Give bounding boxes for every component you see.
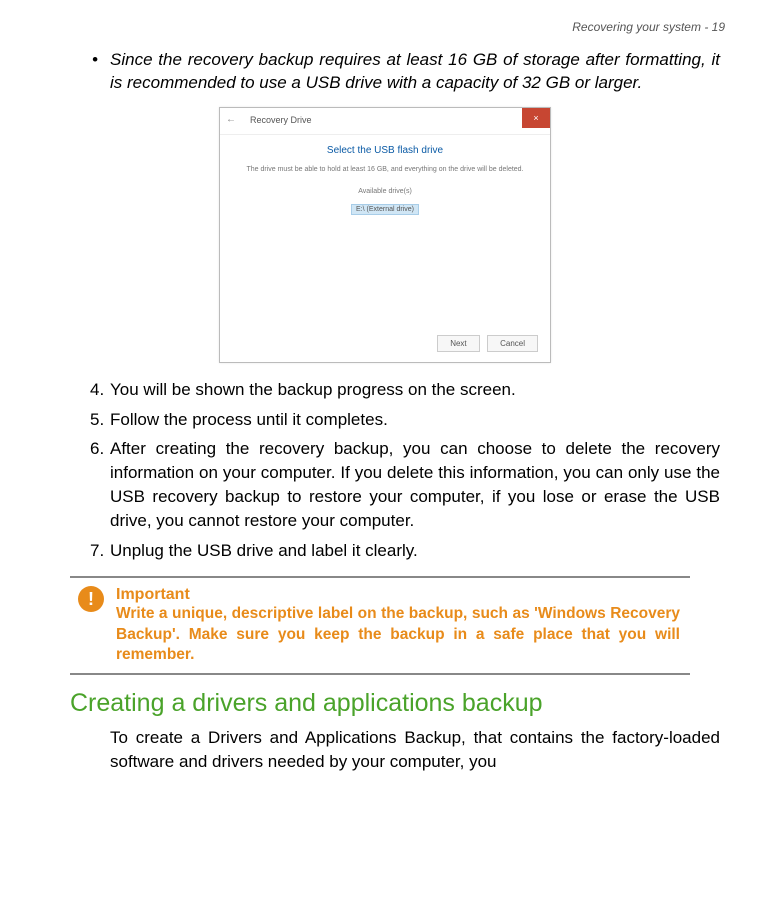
dialog-body: Select the USB flash drive The drive mus… — [220, 135, 550, 226]
bullet-marker: • — [92, 49, 98, 72]
bullet-note: • Since the recovery backup requires at … — [110, 49, 720, 95]
back-icon[interactable]: ← — [226, 114, 236, 125]
dialog-heading: Select the USB flash drive — [240, 145, 530, 156]
section-heading: Creating a drivers and applications back… — [70, 689, 700, 718]
step-text: Follow the process until it completes. — [110, 410, 388, 429]
dialog-title: Recovery Drive — [250, 115, 312, 125]
step-text: Unplug the USB drive and label it clearl… — [110, 541, 418, 560]
step-number: 5. — [90, 408, 104, 432]
callout-title: Important — [116, 586, 680, 604]
available-drives-label: Available drive(s) — [240, 188, 530, 195]
dialog-description: The drive must be able to hold at least … — [240, 166, 530, 173]
drive-option[interactable]: E:\ (External drive) — [351, 204, 419, 215]
exclamation-icon: ! — [78, 586, 104, 612]
step-5: 5. Follow the process until it completes… — [110, 408, 720, 432]
cancel-button[interactable]: Cancel — [487, 335, 538, 352]
next-button[interactable]: Next — [437, 335, 479, 352]
callout-content: Important Write a unique, descriptive la… — [116, 586, 680, 664]
step-text: You will be shown the backup progress on… — [110, 380, 516, 399]
step-text: After creating the recovery backup, you … — [110, 439, 720, 529]
step-4: 4. You will be shown the backup progress… — [110, 378, 720, 402]
page-header: Recovering your system - 19 — [40, 20, 730, 34]
step-number: 6. — [90, 437, 104, 461]
step-6: 6. After creating the recovery backup, y… — [110, 437, 720, 532]
step-number: 4. — [90, 378, 104, 402]
recovery-drive-dialog: ← Recovery Drive × Select the USB flash … — [219, 107, 551, 363]
screenshot-wrapper: ← Recovery Drive × Select the USB flash … — [40, 107, 730, 363]
dialog-buttons: Next Cancel — [434, 333, 538, 352]
section-body: To create a Drivers and Applications Bac… — [110, 726, 720, 774]
bullet-text: Since the recovery backup requires at le… — [110, 50, 720, 92]
step-number: 7. — [90, 539, 104, 563]
step-7: 7. Unplug the USB drive and label it cle… — [110, 539, 720, 563]
close-icon[interactable]: × — [522, 108, 550, 128]
important-callout: ! Important Write a unique, descriptive … — [70, 576, 690, 674]
callout-body: Write a unique, descriptive label on the… — [116, 604, 680, 664]
dialog-titlebar: ← Recovery Drive × — [220, 108, 550, 135]
